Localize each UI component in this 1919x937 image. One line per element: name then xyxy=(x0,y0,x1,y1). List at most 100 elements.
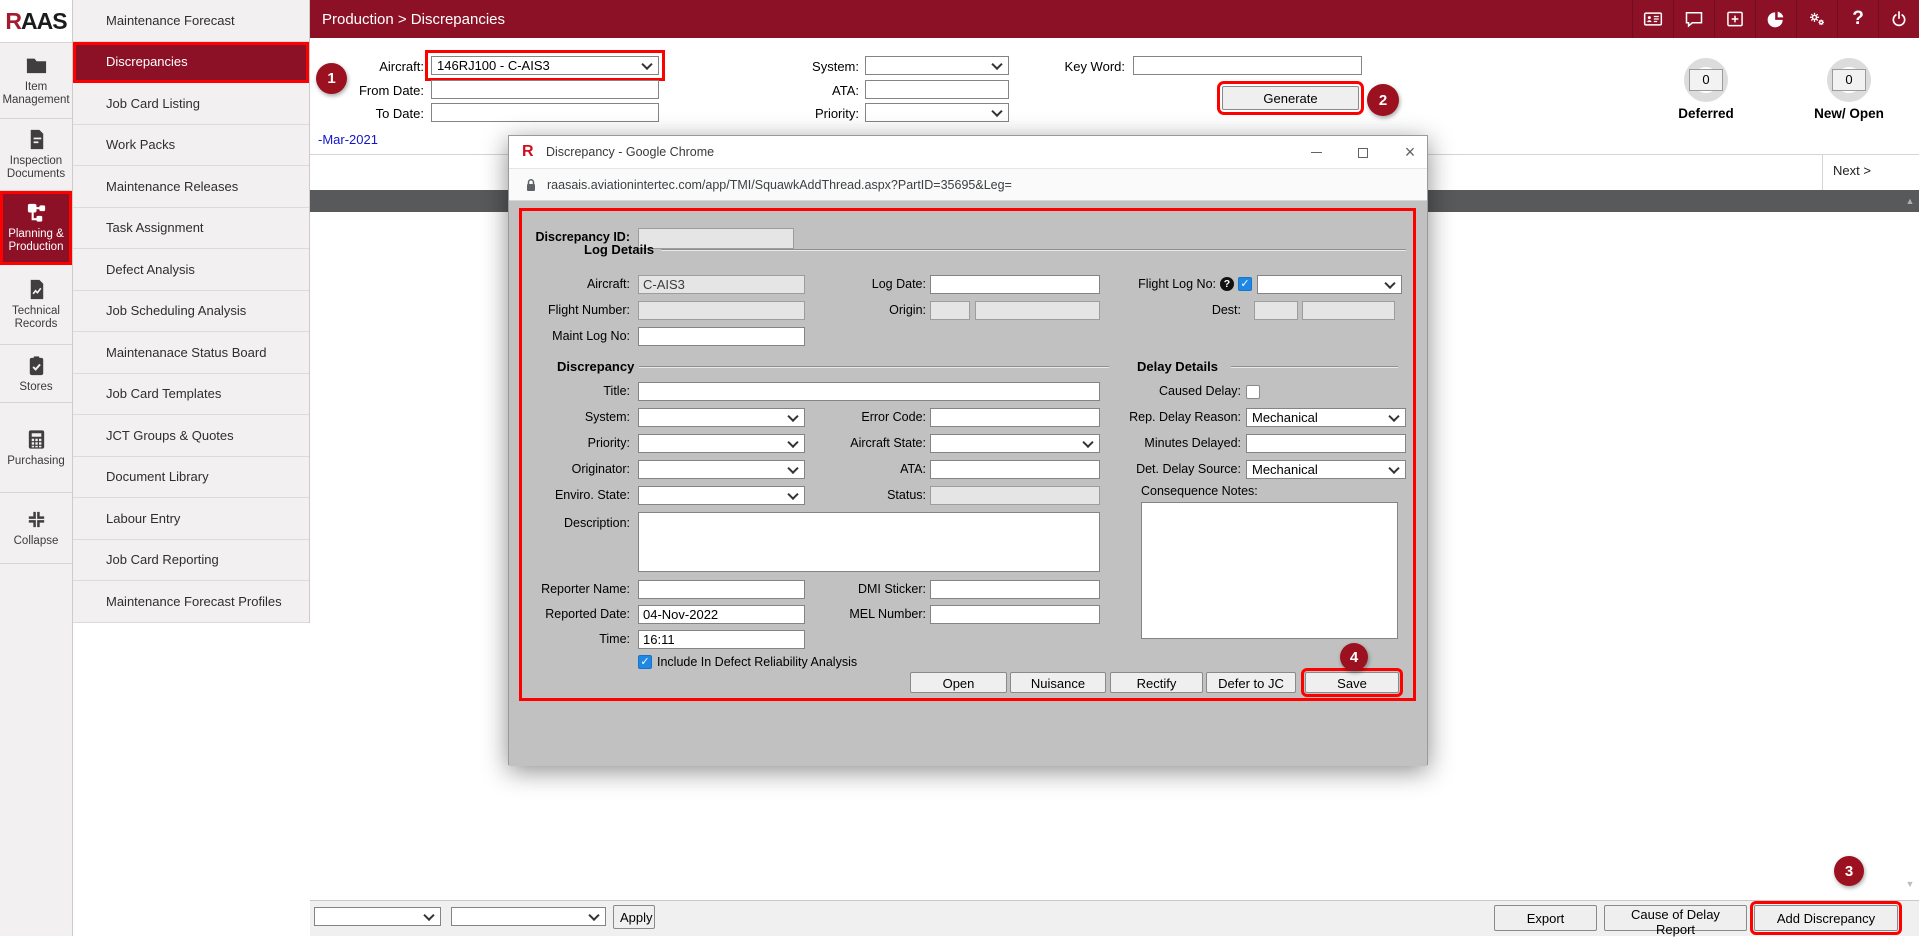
keyword-input[interactable] xyxy=(1133,56,1362,75)
priority-select[interactable] xyxy=(638,434,805,453)
cause-of-delay-report-button[interactable]: Cause of Delay Report xyxy=(1604,905,1747,931)
minimize-button[interactable] xyxy=(1300,136,1332,169)
new-window-button[interactable] xyxy=(1714,0,1755,38)
deferred-count-value: 0 xyxy=(1689,69,1723,91)
aircraft-state-label: Aircraft State: xyxy=(822,434,926,453)
date-group-link[interactable]: -Mar-2021 xyxy=(318,132,378,147)
minutes-delayed-label: Minutes Delayed: xyxy=(1121,434,1241,453)
nuisance-button[interactable]: Nuisance xyxy=(1010,672,1106,693)
mel-number-input[interactable] xyxy=(930,605,1100,624)
caused-delay-checkbox[interactable] xyxy=(1246,385,1260,399)
sidebar-item-label: Collapse xyxy=(14,535,59,548)
menu-item-document-library[interactable]: Document Library xyxy=(73,457,309,499)
reported-date-input[interactable] xyxy=(638,605,805,624)
sidebar-collapse-button[interactable]: Collapse xyxy=(0,493,72,564)
system-select[interactable] xyxy=(638,408,805,427)
dest-label: Dest: xyxy=(1141,301,1241,320)
breadcrumb: Production > Discrepancies xyxy=(310,11,505,28)
logout-button[interactable] xyxy=(1878,0,1919,38)
system-filter-select[interactable] xyxy=(865,56,1009,75)
aircraft-state-select[interactable] xyxy=(930,434,1100,453)
aircraft-filter-select[interactable]: 146RJ100 - C-AIS3 xyxy=(431,56,659,75)
id-card-icon xyxy=(1643,9,1663,29)
chevron-down-icon xyxy=(787,462,798,473)
menu-item-maintenance-releases[interactable]: Maintenance Releases xyxy=(73,166,309,208)
sidebar-item-stores[interactable]: Stores xyxy=(0,345,72,403)
consequence-notes-textarea[interactable] xyxy=(1141,502,1398,639)
sidebar-item-inspection-documents[interactable]: Inspection Documents xyxy=(0,119,72,191)
popup-title-bar[interactable]: R Discrepancy - Google Chrome xyxy=(509,136,1427,169)
menu-item-work-packs[interactable]: Work Packs xyxy=(73,125,309,167)
footer-filter-select-1[interactable] xyxy=(314,907,441,926)
profile-id-card-button[interactable] xyxy=(1632,0,1673,38)
include-defect-reliability-checkbox[interactable] xyxy=(638,655,652,669)
description-textarea[interactable] xyxy=(638,512,1100,572)
menu-item-task-assignment[interactable]: Task Assignment xyxy=(73,208,309,250)
menu-item-maintenance-status-board[interactable]: Maintenanace Status Board xyxy=(73,332,309,374)
error-code-input[interactable] xyxy=(930,408,1100,427)
sidebar-item-purchasing[interactable]: Purchasing xyxy=(0,403,72,493)
save-button[interactable]: Save xyxy=(1305,672,1399,693)
from-date-input[interactable] xyxy=(431,80,659,99)
menu-item-job-scheduling-analysis[interactable]: Job Scheduling Analysis xyxy=(73,291,309,333)
generate-button[interactable]: Generate xyxy=(1222,86,1359,110)
close-button[interactable] xyxy=(1394,136,1426,169)
minutes-delayed-input[interactable] xyxy=(1246,434,1406,453)
aircraft-input xyxy=(638,275,805,294)
rep-delay-reason-select[interactable]: Mechanical xyxy=(1246,408,1406,427)
maint-log-no-input[interactable] xyxy=(638,327,805,346)
maint-log-no-label: Maint Log No: xyxy=(530,327,630,346)
log-details-section-title: Log Details xyxy=(584,242,654,258)
priority-filter-select[interactable] xyxy=(865,103,1009,122)
menu-item-maintenance-forecast[interactable]: Maintenance Forecast xyxy=(73,0,309,42)
flight-log-no-select[interactable] xyxy=(1257,275,1402,294)
settings-button[interactable] xyxy=(1796,0,1837,38)
scrollbar-down-arrow[interactable] xyxy=(1902,876,1918,892)
to-date-input[interactable] xyxy=(431,103,659,122)
originator-select[interactable] xyxy=(638,460,805,479)
ata-input[interactable] xyxy=(930,460,1100,479)
next-page-link[interactable]: Next > xyxy=(1833,163,1871,178)
sidebar-item-item-management[interactable]: Item Management xyxy=(0,43,72,119)
menu-item-discrepancies[interactable]: Discrepancies xyxy=(73,42,309,84)
raas-logo[interactable]: RAAS xyxy=(0,0,72,43)
help-button[interactable]: ? xyxy=(1837,0,1878,38)
description-label: Description: xyxy=(530,514,630,533)
reports-button[interactable] xyxy=(1755,0,1796,38)
origin-label: Origin: xyxy=(826,301,926,320)
det-delay-source-select[interactable]: Mechanical xyxy=(1246,460,1406,479)
menu-item-job-card-listing[interactable]: Job Card Listing xyxy=(73,83,309,125)
apply-button[interactable]: Apply xyxy=(613,905,655,929)
sidebar-item-planning-production[interactable]: Planning & Production xyxy=(0,191,72,265)
add-discrepancy-button[interactable]: Add Discrepancy xyxy=(1754,905,1898,931)
messages-button[interactable] xyxy=(1673,0,1714,38)
defer-to-jc-button[interactable]: Defer to JC xyxy=(1206,672,1296,693)
footer-filter-select-2[interactable] xyxy=(451,907,606,926)
enviro-state-select[interactable] xyxy=(638,486,805,505)
menu-item-job-card-templates[interactable]: Job Card Templates xyxy=(73,374,309,416)
menu-item-job-card-reporting[interactable]: Job Card Reporting xyxy=(73,540,309,582)
menu-item-maintenance-forecast-profiles[interactable]: Maintenance Forecast Profiles xyxy=(73,581,309,623)
reporter-name-input[interactable] xyxy=(638,580,805,599)
sidebar-item-technical-records[interactable]: Technical Records xyxy=(0,265,72,345)
menu-item-jct-groups-quotes[interactable]: JCT Groups & Quotes xyxy=(73,415,309,457)
dmi-sticker-input[interactable] xyxy=(930,580,1100,599)
close-icon xyxy=(1405,143,1416,163)
annotation-badge-1: 1 xyxy=(316,63,347,94)
time-input[interactable] xyxy=(638,630,805,649)
menu-item-defect-analysis[interactable]: Defect Analysis xyxy=(73,249,309,291)
maximize-button[interactable] xyxy=(1347,136,1379,169)
log-date-input[interactable] xyxy=(930,275,1100,294)
originator-label: Originator: xyxy=(530,460,630,479)
scrollbar-up-arrow[interactable] xyxy=(1902,193,1918,209)
rectify-button[interactable]: Rectify xyxy=(1110,672,1203,693)
help-icon[interactable] xyxy=(1220,277,1234,291)
title-input[interactable] xyxy=(638,382,1100,401)
sidebar-item-label: Inspection Documents xyxy=(2,155,70,181)
flight-log-no-checkbox[interactable] xyxy=(1238,277,1252,291)
export-button[interactable]: Export xyxy=(1494,905,1597,931)
ata-filter-input[interactable] xyxy=(865,80,1009,99)
menu-item-labour-entry[interactable]: Labour Entry xyxy=(73,498,309,540)
open-button[interactable]: Open xyxy=(910,672,1007,693)
lock-icon[interactable] xyxy=(525,178,537,192)
